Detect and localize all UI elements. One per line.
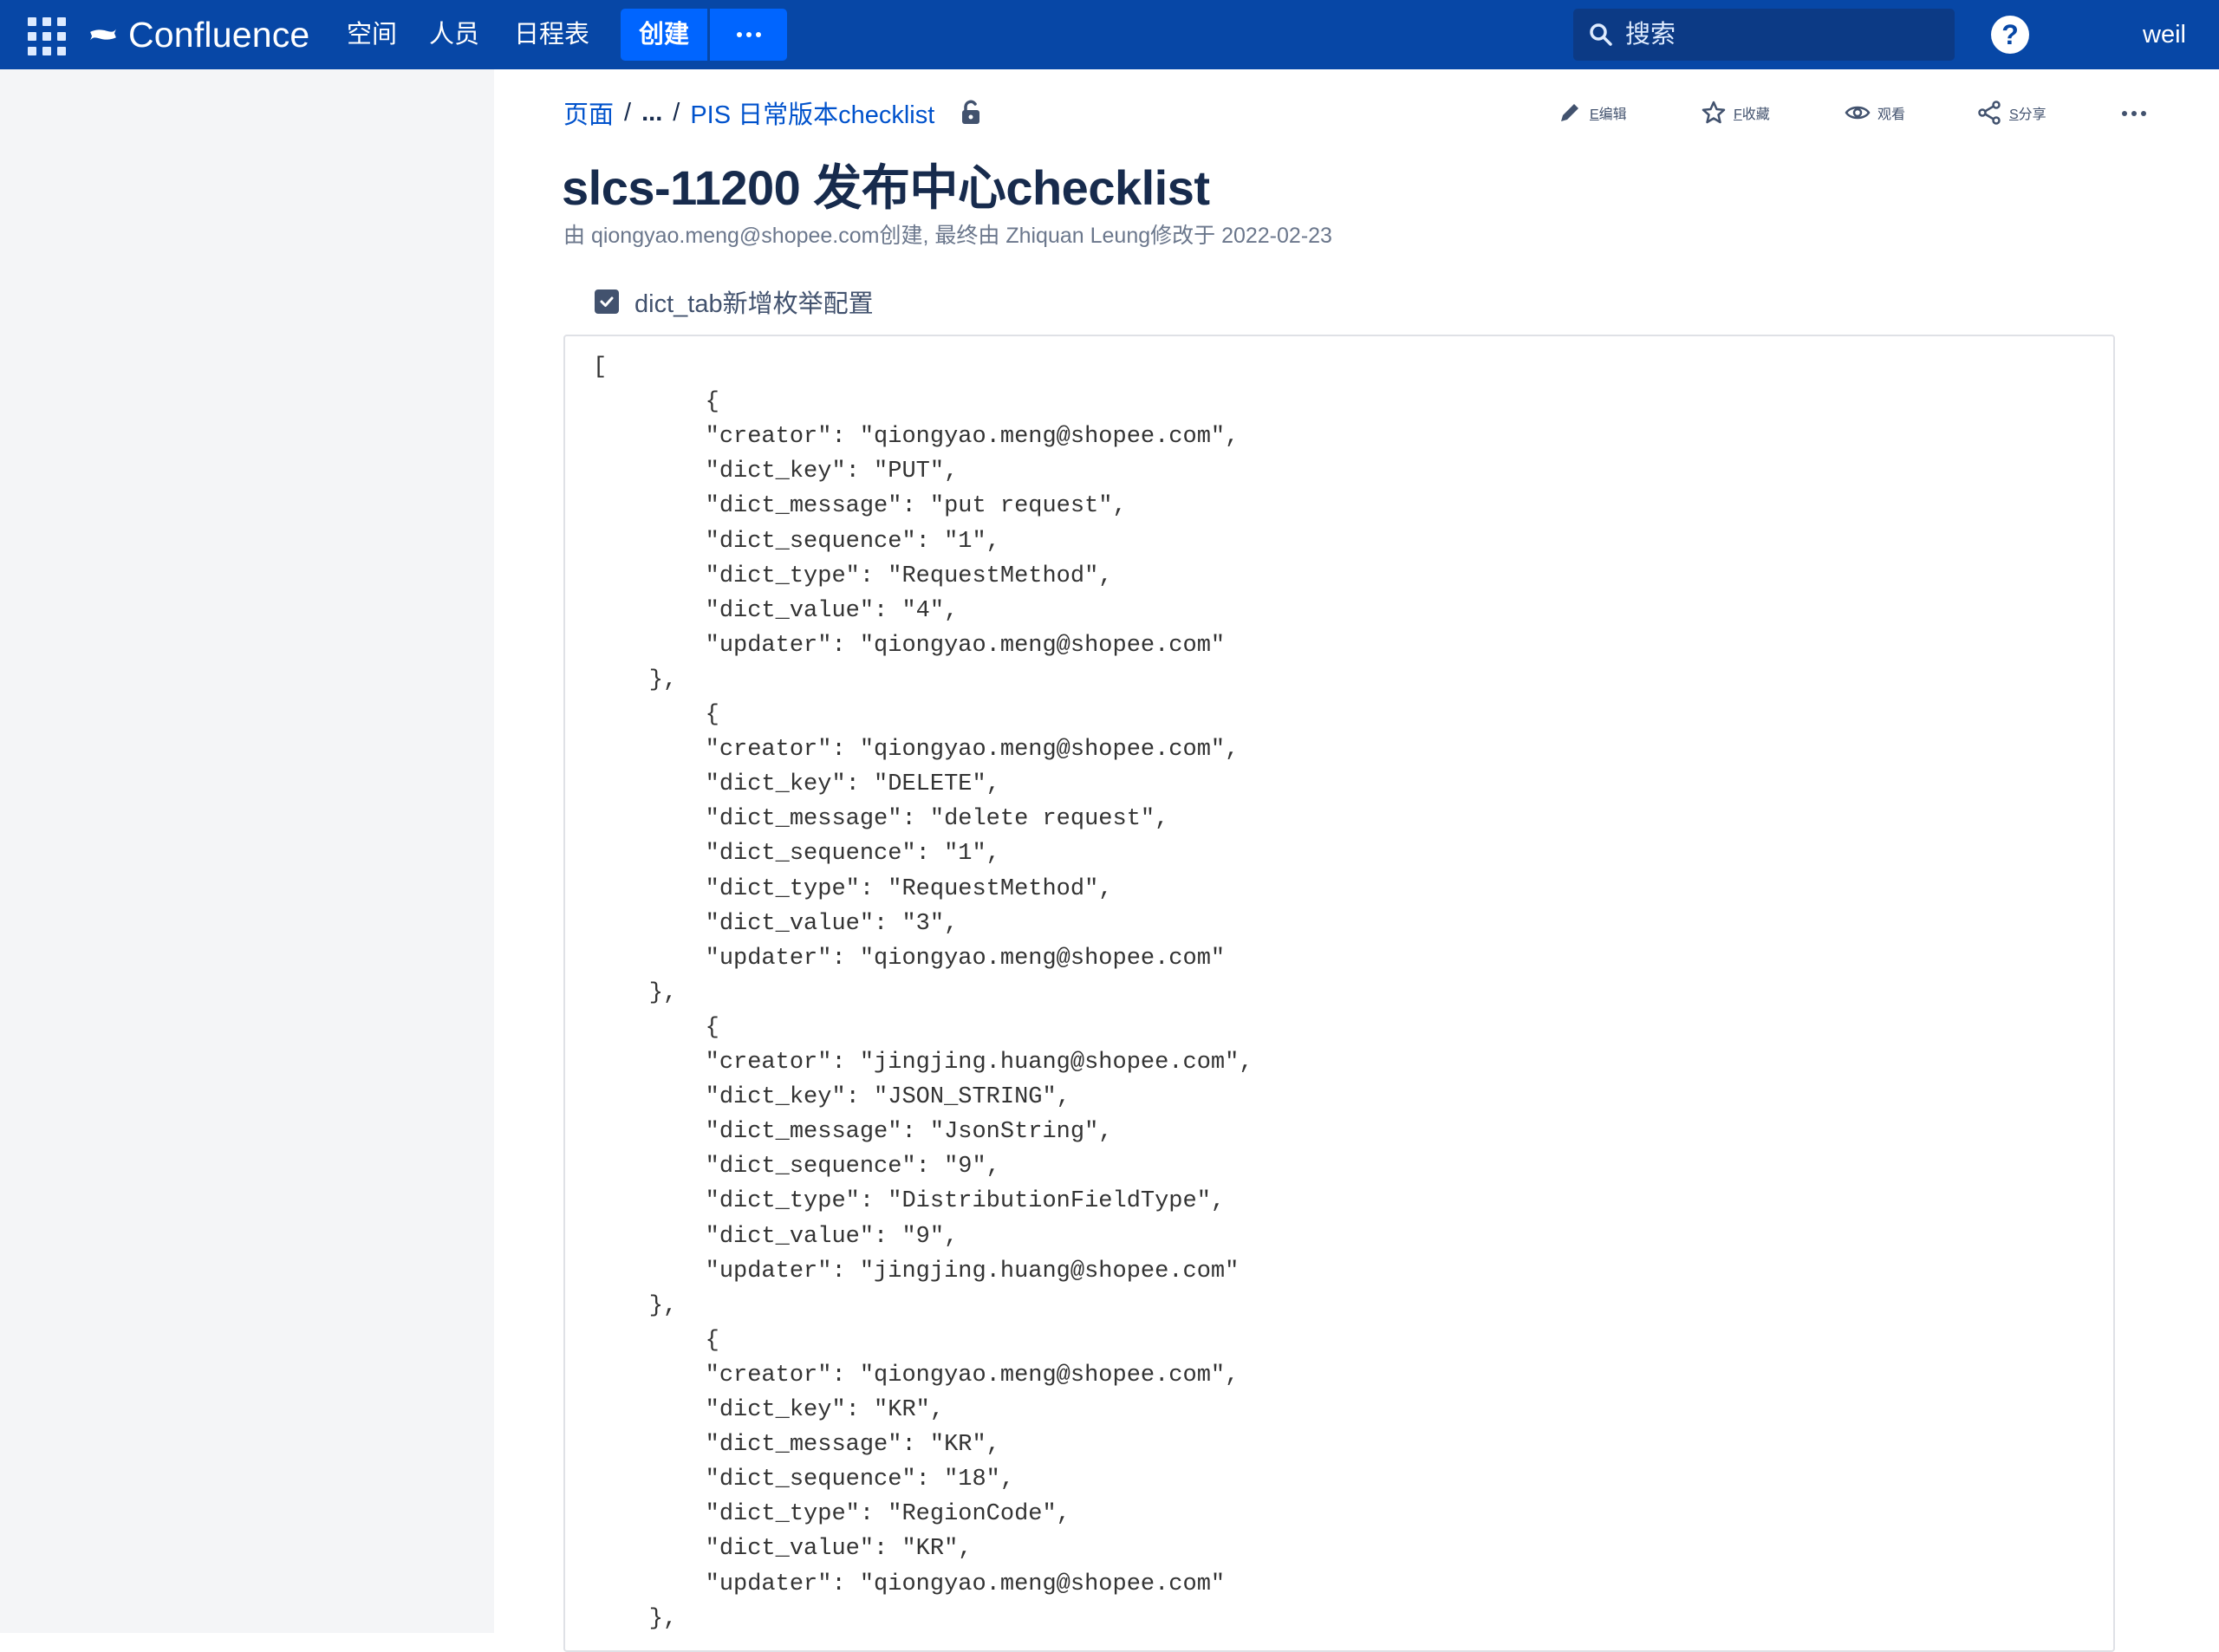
more-dot-icon — [2141, 111, 2146, 116]
app-switcher-icon[interactable] — [23, 12, 66, 55]
edit-button[interactable]: E编辑 — [1557, 95, 1627, 130]
code-line: { — [593, 389, 719, 416]
code-line: { — [593, 1327, 719, 1354]
code-line: "creator": "qiongyao.meng@shopee.com", — [593, 424, 1240, 451]
code-line: }, — [593, 1292, 678, 1319]
share-label: 分享 — [2018, 107, 2047, 122]
code-line: "dict_message": "KR", — [593, 1432, 1000, 1459]
nav-people[interactable]: 人员 — [429, 17, 479, 52]
watch-label: 观看 — [1877, 107, 1906, 122]
code-line: }, — [593, 979, 678, 1006]
search-input[interactable] — [1625, 20, 1937, 49]
breadcrumb-separator: / — [673, 98, 680, 127]
search-icon — [1590, 23, 1612, 46]
code-line: "dict_sequence": "1", — [593, 528, 1000, 555]
code-line: "dict_type": "RequestMethod", — [593, 875, 1113, 902]
share-button[interactable]: S分享 — [1976, 95, 2047, 130]
page-byline: 由 qiongyao.meng@shopee.com创建, 最终由 Zhiqua… — [563, 224, 1332, 248]
nav-spaces[interactable]: 空间 — [347, 17, 397, 52]
breadcrumb-separator: / — [624, 98, 632, 127]
code-block: [ { "creator": "qiongyao.meng@shopee.com… — [563, 335, 2115, 1652]
eye-icon — [1845, 106, 1871, 120]
create-button[interactable]: 创建 — [621, 9, 707, 61]
more-dot-icon — [755, 32, 761, 37]
breadcrumb: 页面 / ... / PIS 日常版本checklist — [563, 95, 981, 130]
code-line: { — [593, 1014, 719, 1041]
edit-label: 编辑 — [1598, 107, 1627, 122]
pencil-icon — [1561, 104, 1578, 121]
more-dot-icon — [736, 32, 742, 37]
code-line: "dict_type": "DistributionFieldType", — [593, 1188, 1226, 1215]
code-line: { — [593, 702, 719, 728]
code-line: "dict_key": "PUT", — [593, 459, 959, 485]
confluence-logo[interactable]: Confluence — [88, 12, 309, 57]
code-line: "dict_sequence": "18", — [593, 1467, 1015, 1493]
code-line: [ — [593, 354, 608, 380]
task-checkbox[interactable] — [595, 289, 619, 314]
logo-text: Confluence — [128, 14, 310, 55]
code-line: "updater": "qiongyao.meng@shopee.com" — [593, 945, 1226, 972]
task-label: dict_tab新增枚举配置 — [634, 290, 874, 318]
help-button[interactable]: ? — [1991, 16, 2029, 54]
save-for-later-button[interactable]: F收藏 — [1701, 95, 1770, 130]
code-line: "dict_sequence": "1", — [593, 841, 1000, 868]
code-line: "updater": "qiongyao.meng@shopee.com" — [593, 632, 1226, 659]
top-navigation-bar: Confluence 空间 人员 日程表 创建 ? weil — [0, 0, 2219, 69]
save-label: 收藏 — [1741, 107, 1770, 122]
code-line: "dict_value": "KR", — [593, 1536, 973, 1563]
code-line: }, — [593, 1605, 678, 1632]
user-profile-menu[interactable]: weil — [2143, 17, 2186, 52]
code-line: "creator": "qiongyao.meng@shopee.com", — [593, 737, 1240, 764]
more-dot-icon — [2122, 111, 2127, 116]
more-dot-icon — [2131, 111, 2137, 116]
task-item: dict_tab新增枚举配置 — [595, 284, 874, 319]
code-line: "dict_key": "DELETE", — [593, 771, 1000, 798]
page-title: slcs-11200 发布中心checklist — [562, 160, 1210, 215]
search-box[interactable] — [1573, 9, 1955, 61]
code-line: "dict_value": "9", — [593, 1223, 959, 1250]
nav-calendars[interactable]: 日程表 — [514, 17, 589, 52]
breadcrumb-ellipsis[interactable]: ... — [641, 99, 662, 127]
breadcrumb-pages[interactable]: 页面 — [563, 94, 614, 131]
code-line: "dict_type": "RegionCode", — [593, 1501, 1070, 1528]
checkmark-icon — [600, 296, 614, 307]
code-line: }, — [593, 667, 678, 693]
star-icon — [1702, 101, 1726, 124]
share-shortcut-key: S — [2009, 107, 2019, 122]
breadcrumb-parent-page[interactable]: PIS 日常版本checklist — [690, 94, 934, 131]
code-line: "dict_value": "4", — [593, 597, 959, 624]
code-line: "dict_message": "put request", — [593, 493, 1127, 520]
more-dot-icon — [745, 32, 752, 37]
unlocked-icon[interactable] — [960, 100, 981, 126]
create-more-button[interactable] — [710, 9, 787, 61]
code-line: "creator": "qiongyao.meng@shopee.com", — [593, 1362, 1240, 1389]
code-line: "dict_key": "JSON_STRING", — [593, 1084, 1070, 1111]
code-line: "dict_type": "RequestMethod", — [593, 563, 1113, 589]
save-shortcut-key: F — [1734, 107, 1742, 122]
watch-button[interactable]: 观看 — [1845, 95, 1905, 130]
code-line: "dict_sequence": "9", — [593, 1154, 1000, 1180]
code-line: "updater": "qiongyao.meng@shopee.com" — [593, 1571, 1226, 1597]
share-icon — [1978, 101, 2001, 125]
confluence-logo-icon — [90, 29, 116, 41]
edit-shortcut-key: E — [1590, 107, 1599, 122]
code-line: "dict_value": "3", — [593, 910, 959, 937]
code-line: "dict_key": "KR", — [593, 1397, 945, 1423]
code-line: "dict_message": "JsonString", — [593, 1119, 1113, 1146]
code-line: "creator": "jingjing.huang@shopee.com", — [593, 1050, 1253, 1076]
page-more-actions-button[interactable] — [2122, 111, 2146, 116]
code-line: "updater": "jingjing.huang@shopee.com" — [593, 1258, 1240, 1285]
code-line: "dict_message": "delete request", — [593, 806, 1169, 833]
left-sidebar — [0, 69, 494, 1633]
